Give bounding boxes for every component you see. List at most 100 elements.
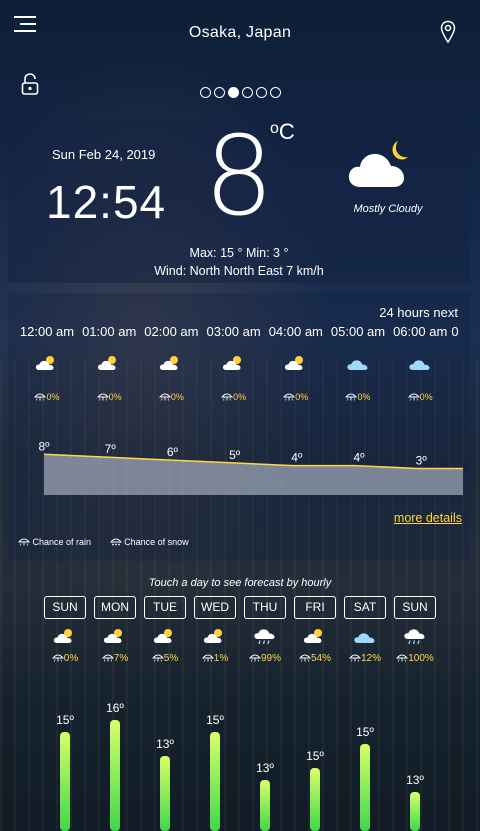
cloud-rain-icon: [254, 629, 275, 645]
current-conditions-panel: Sun Feb 24, 2019 12:54 8 oC Mostly Cloud…: [8, 112, 470, 283]
legend-rain-label: Chance of rain: [32, 537, 92, 547]
legend-snow-label: Chance of snow: [124, 537, 189, 547]
hour-temperature-label: 7º: [105, 442, 117, 456]
page-dot[interactable]: [199, 87, 211, 98]
rain-chance-icon: [96, 393, 109, 401]
day-button[interactable]: SUN: [44, 596, 86, 619]
hour-rain-chance: 0%: [140, 392, 202, 402]
cloud-sun-icon: [35, 356, 54, 370]
day-button[interactable]: WED: [194, 596, 236, 619]
cloud-rain-icon: [404, 629, 425, 645]
temperature-area: [44, 454, 463, 495]
map-pin-icon[interactable]: [440, 20, 456, 44]
day-rain-value: 54%: [310, 653, 331, 664]
hourly-item[interactable]: 04:00 am 0%: [265, 324, 327, 402]
more-details-link[interactable]: more details: [394, 511, 462, 525]
day-rain-chance: 5%: [140, 653, 190, 664]
rain-chance-icon: [101, 654, 114, 662]
hour-rain-value: 0%: [233, 392, 247, 402]
hourly-item[interactable]: 01:00 am 0%: [78, 324, 140, 402]
hourly-header: 24 hours next: [379, 305, 458, 320]
day-button[interactable]: TUE: [144, 596, 186, 619]
hour-time: 04:00 am: [268, 324, 323, 339]
day-button[interactable]: SUN: [394, 596, 436, 619]
page-dot[interactable]: [241, 87, 253, 98]
hour-time: 05:00 am: [330, 324, 386, 339]
hourly-item[interactable]: 06:00 am 0%: [389, 324, 451, 402]
day-rain-chance: 7%: [90, 653, 140, 664]
day-button[interactable]: FRI: [294, 596, 336, 619]
day-button[interactable]: SAT: [344, 596, 386, 619]
day-rain-chance: 1%: [190, 653, 240, 664]
rain-chance-icon: [396, 654, 409, 662]
hourly-list[interactable]: 12:00 am 0% 01:00 am 0% 02:00 am 0% 03:00 am 0%…: [8, 324, 470, 420]
hourly-item[interactable]: 05:00 am 0%: [327, 324, 389, 402]
day-button[interactable]: MON: [94, 596, 136, 619]
hour-rain-value: 0%: [46, 392, 60, 402]
hourly-item[interactable]: 12:00 am 0%: [16, 324, 78, 402]
day-rain-value: 1%: [213, 653, 229, 664]
page-dot[interactable]: [255, 87, 267, 98]
top-bar: Osaka, Japan: [0, 0, 480, 70]
day-item[interactable]: SAT 12%: [340, 596, 390, 664]
day-item[interactable]: WED 1%: [190, 596, 240, 664]
current-temperature: 8: [204, 112, 274, 240]
page-indicator: [0, 87, 480, 98]
page-dot[interactable]: [227, 87, 239, 98]
hourly-item[interactable]: 0: [451, 324, 470, 340]
day-item[interactable]: MON 7%: [90, 596, 140, 664]
hour-time: 0: [451, 324, 459, 339]
rain-chance-icon: [249, 654, 261, 662]
day-rain-value: 5%: [163, 653, 179, 664]
hour-rain-value: 0%: [419, 392, 433, 402]
hour-temperature-label: 4º: [291, 451, 303, 465]
page-dot[interactable]: [269, 87, 281, 98]
day-item[interactable]: SUN 0%: [40, 596, 90, 664]
day-rain-value: 12%: [360, 653, 381, 664]
rain-chance-icon: [201, 654, 214, 662]
day-rain-chance: 0%: [40, 653, 90, 664]
hour-rain-value: 0%: [170, 392, 184, 402]
hour-rain-chance: 0%: [78, 392, 140, 402]
rain-chance-icon: [18, 538, 30, 546]
cloud-sun-icon: [303, 629, 322, 643]
day-button[interactable]: THU: [244, 596, 286, 619]
page-dot[interactable]: [213, 87, 225, 98]
day-rain-value: 99%: [260, 653, 281, 664]
cloud-sun-icon: [284, 356, 303, 370]
hourly-forecast-panel[interactable]: 24 hours next 12:00 am 0% 01:00 am 0% 02:00 …: [8, 293, 470, 561]
legend: Chance of rain Chance of snow: [18, 537, 205, 547]
rain-chance-icon: [34, 393, 47, 401]
rain-chance-icon: [345, 393, 358, 401]
hourly-item[interactable]: 02:00 am 0%: [140, 324, 202, 402]
hourly-item[interactable]: 03:00 am 0%: [203, 324, 265, 402]
cloud-sun-icon: [103, 629, 122, 643]
cloud-sun-icon: [222, 356, 241, 370]
hour-rain-chance: 0%: [16, 392, 78, 402]
cloud-sun-icon: [53, 629, 72, 643]
day-rain-chance: 99%: [240, 653, 290, 664]
hour-time: 01:00 am: [82, 324, 137, 339]
day-item[interactable]: THU 99%: [240, 596, 290, 664]
hour-time: 03:00 am: [206, 324, 261, 339]
cloud-icon: [409, 360, 430, 370]
hour-rain-value: 0%: [357, 392, 371, 402]
daily-forecast[interactable]: SUN 0% MON 7% TUE 5% WED 1% THU 99% FRI 54% SAT 12% SU…: [0, 596, 480, 831]
day-item[interactable]: SUN 100%: [390, 596, 440, 664]
hour-rain-chance: 0%: [389, 392, 451, 402]
temperature-unit: oC: [270, 119, 295, 144]
day-rain-chance: 100%: [390, 653, 440, 664]
legend-rain: Chance of rain: [18, 537, 102, 547]
day-item[interactable]: FRI 54%: [290, 596, 340, 664]
cloud-icon: [347, 360, 368, 370]
rain-chance-icon: [283, 393, 296, 401]
city-title[interactable]: Osaka, Japan: [0, 24, 480, 42]
daily-hint: Touch a day to see forecast by hourly: [148, 577, 332, 589]
wind-info: Wind: North North East 7 km/h: [154, 264, 324, 278]
day-item[interactable]: TUE 5%: [140, 596, 190, 664]
hour-temperature-label: 5º: [229, 448, 241, 462]
condition-text: Mostly Cloudy: [353, 203, 423, 215]
rain-chance-icon: [299, 654, 311, 662]
hour-temperature-label: 4º: [353, 451, 365, 465]
hour-temperature-label: 6º: [167, 445, 179, 459]
